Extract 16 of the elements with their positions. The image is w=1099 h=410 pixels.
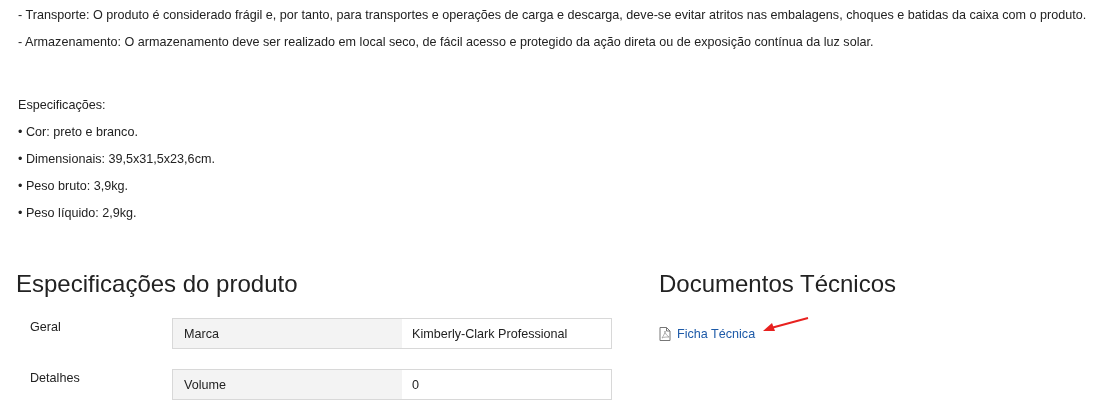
table-cell-text: Kimberly-Clark Professional bbox=[411, 325, 569, 343]
paragraph: - Armazenamento: O armazenamento deve ser realizado em local seco, de fácil acesso e protegido da ação direta ou de exposição contínua da luz solar. bbox=[18, 34, 875, 51]
table-cell: Volume bbox=[173, 370, 402, 399]
section-title: Documentos Técnicos bbox=[659, 270, 897, 298]
table-cell-text: 0 bbox=[411, 376, 420, 394]
section-title: Especificações do produto bbox=[16, 270, 299, 298]
bullet-item: • Peso bruto: 3,9kg. bbox=[18, 178, 130, 195]
group-label: Detalhes bbox=[29, 370, 81, 387]
table-cell: Marca bbox=[173, 319, 402, 348]
group-label: Geral bbox=[29, 319, 62, 336]
section-label: Especificações: bbox=[18, 97, 107, 114]
document-link[interactable]: Ficha Técnica bbox=[677, 327, 756, 341]
pdf-file-icon bbox=[659, 327, 671, 341]
bullet-item: • Cor: preto e branco. bbox=[18, 124, 139, 141]
bullet-item: • Peso líquido: 2,9kg. bbox=[18, 205, 138, 222]
bullet-item: • Dimensionais: 39,5x31,5x23,6cm. bbox=[18, 151, 216, 168]
